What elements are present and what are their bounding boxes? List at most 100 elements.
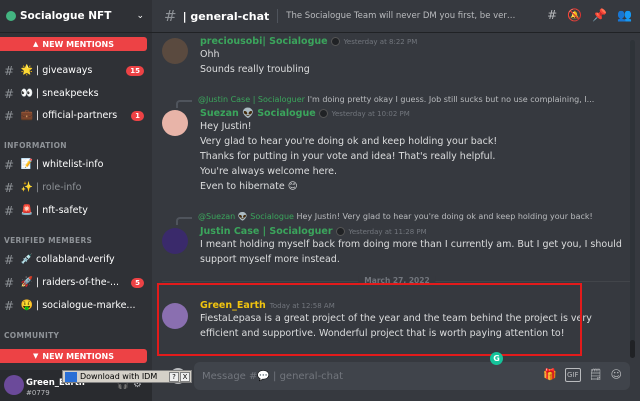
message-author[interactable]: Suezan 👽 Socialogue bbox=[200, 108, 316, 119]
message-line: You're always welcome here. bbox=[200, 166, 338, 177]
emoji-icon[interactable]: ☺ bbox=[611, 368, 622, 382]
channel-label: | socialogue-marke... bbox=[36, 300, 136, 311]
server-icon bbox=[6, 11, 16, 21]
message-author[interactable]: preciousobi| Socialogue bbox=[200, 36, 328, 47]
hash-icon: # bbox=[4, 252, 15, 267]
channel-official-partners[interactable]: # 💼 | official-partners 1 bbox=[4, 106, 148, 125]
idm-logo-icon bbox=[65, 371, 77, 382]
category-verified-members[interactable]: VERIFIED MEMBERS bbox=[4, 236, 92, 245]
channel-label: | sneakpeeks bbox=[36, 88, 99, 99]
message-timestamp: Yesterday at 11:28 PM bbox=[348, 228, 427, 236]
highlight-box bbox=[157, 283, 582, 356]
channel-giveaways[interactable]: # 🌟 | giveaways 15 bbox=[4, 61, 148, 80]
idm-close-button[interactable]: X bbox=[180, 371, 190, 382]
channel-emoji: 🌟 bbox=[20, 65, 34, 76]
reply-text: Hey Justin! Very glad to hear you're doi… bbox=[296, 212, 593, 221]
composer-toolbar: 🎁 GIF 🗒 ☺ bbox=[543, 368, 622, 382]
category-information[interactable]: INFORMATION bbox=[4, 141, 67, 150]
channel-label: | nft-safety bbox=[36, 205, 88, 216]
channel-socialogue-market[interactable]: # 🤑 | socialogue-marke... bbox=[4, 296, 148, 315]
hash-icon: # bbox=[4, 86, 15, 101]
idm-help-button[interactable]: ? bbox=[169, 371, 179, 382]
new-mentions-bottom-bar[interactable]: ▼ NEW MENTIONS bbox=[0, 349, 147, 363]
message-line: support myself more instead. bbox=[200, 254, 340, 265]
pin-icon[interactable]: 📌 bbox=[592, 8, 607, 22]
channel-sneakpeeks[interactable]: # 👀 | sneakpeeks bbox=[4, 84, 148, 103]
channel-label: | official-partners bbox=[36, 110, 118, 121]
bot-badge-icon bbox=[330, 36, 340, 46]
arrow-down-icon: ▼ bbox=[33, 352, 39, 360]
channel-emoji: 🤑 bbox=[20, 300, 34, 311]
reply-connector bbox=[176, 217, 192, 225]
reply-preview[interactable]: @Suezan 👽 Socialogue Hey Justin! Very gl… bbox=[198, 212, 618, 221]
avatar[interactable] bbox=[162, 110, 188, 136]
message-composer[interactable]: Message #💬 | general-chat G 🎁 GIF 🗒 ☺ bbox=[194, 352, 630, 390]
message-line: Thanks for putting in your vote and idea… bbox=[200, 151, 496, 162]
channel-label: | whitelist-info bbox=[36, 159, 104, 170]
channel-collabland-verify[interactable]: # 💉 collabland-verify bbox=[4, 250, 148, 269]
category-community[interactable]: COMMUNITY bbox=[4, 331, 59, 340]
message-line: Ohh bbox=[200, 49, 220, 60]
grammarly-icon[interactable]: G bbox=[490, 352, 503, 365]
threads-icon[interactable]: # bbox=[547, 8, 557, 22]
mention-badge: 1 bbox=[131, 110, 144, 121]
message-author[interactable]: Justin Case | Socialoguer bbox=[200, 226, 333, 237]
channel-topic[interactable]: The Socialogue Team will never DM you fi… bbox=[286, 11, 518, 21]
gift-icon[interactable]: 🎁 bbox=[543, 368, 557, 382]
mention-badge: 15 bbox=[126, 65, 144, 76]
channel-whitelist-info[interactable]: # 📝 | whitelist-info bbox=[4, 155, 148, 174]
server-header[interactable]: Socialogue NFT ⌄ bbox=[0, 0, 152, 33]
channel-raiders[interactable]: # 🚀 | raiders-of-the-... 5 bbox=[4, 273, 148, 292]
divider bbox=[277, 9, 279, 23]
hash-icon: # bbox=[4, 157, 15, 172]
channel-title: | general-chat bbox=[182, 9, 270, 23]
mute-bell-icon[interactable]: 🔕 bbox=[567, 8, 582, 22]
scrollbar-track[interactable] bbox=[630, 40, 635, 358]
channel-emoji: 💼 bbox=[20, 110, 34, 121]
channel-emoji: 🚨 bbox=[20, 205, 34, 216]
bot-badge-icon bbox=[318, 108, 328, 118]
channel-label: collabland-verify bbox=[36, 254, 115, 265]
message: Suezan 👽 Socialogue Yesterday at 10:02 PM… bbox=[162, 108, 632, 194]
channel-nft-safety[interactable]: # 🚨 | nft-safety bbox=[4, 201, 148, 220]
channel-emoji: 📝 bbox=[20, 159, 34, 170]
channel-label: | role-info bbox=[36, 182, 82, 193]
message-line: I meant holding myself back from doing m… bbox=[200, 239, 622, 250]
chevron-down-icon[interactable]: ⌄ bbox=[136, 11, 144, 21]
channel-emoji: 💉 bbox=[20, 254, 34, 265]
message-timestamp: Yesterday at 8:22 PM bbox=[343, 38, 418, 46]
message-line: Very glad to hear you're doing ok and ke… bbox=[200, 136, 498, 147]
hash-icon: # bbox=[4, 298, 15, 313]
members-icon[interactable]: 👥 bbox=[617, 8, 632, 22]
reply-author[interactable]: @Justin Case | Socialoguer bbox=[198, 95, 305, 104]
message-line: Even to hibernate 😊 bbox=[200, 181, 298, 192]
message-line: Sounds really troubling bbox=[200, 64, 310, 75]
new-mentions-top-bar[interactable]: ▲ NEW MENTIONS bbox=[0, 37, 147, 51]
avatar[interactable] bbox=[162, 228, 188, 254]
scrollbar-thumb[interactable] bbox=[630, 340, 635, 358]
hash-icon: # bbox=[164, 7, 177, 25]
sticker-icon[interactable]: 🗒 bbox=[589, 368, 603, 382]
channel-sidebar: Socialogue NFT ⌄ ▲ NEW MENTIONS # 🌟 | gi… bbox=[0, 0, 152, 401]
channel-role-info[interactable]: # ✨ | role-info bbox=[4, 178, 148, 197]
message: preciousobi| Socialogue Yesterday at 8:22… bbox=[162, 36, 632, 77]
channel-emoji: 👀 bbox=[20, 88, 34, 99]
hash-icon: # bbox=[4, 63, 15, 78]
hash-icon: # bbox=[4, 108, 15, 123]
reply-preview[interactable]: @Justin Case | Socialoguer I'm doing pre… bbox=[198, 95, 618, 104]
channel-emoji: ✨ bbox=[20, 182, 34, 193]
message-input-placeholder[interactable]: Message #💬 | general-chat bbox=[202, 371, 343, 382]
avatar[interactable] bbox=[4, 375, 24, 395]
idm-download-panel[interactable]: Download with IDM ? X bbox=[62, 370, 192, 383]
message-line: Hey Justin! bbox=[200, 121, 252, 132]
message: Justin Case | Socialoguer Yesterday at 11… bbox=[162, 226, 632, 267]
gif-button[interactable]: GIF bbox=[565, 368, 581, 382]
reply-connector bbox=[176, 100, 192, 108]
channel-label: | giveaways bbox=[36, 65, 93, 76]
reply-author[interactable]: @Suezan 👽 Socialogue bbox=[198, 212, 294, 221]
avatar[interactable] bbox=[162, 38, 188, 64]
server-name: Socialogue NFT bbox=[20, 10, 112, 22]
idm-download-label[interactable]: Download with IDM bbox=[80, 372, 169, 381]
arrow-up-icon: ▲ bbox=[33, 40, 39, 48]
channel-emoji: 🚀 bbox=[20, 277, 34, 288]
